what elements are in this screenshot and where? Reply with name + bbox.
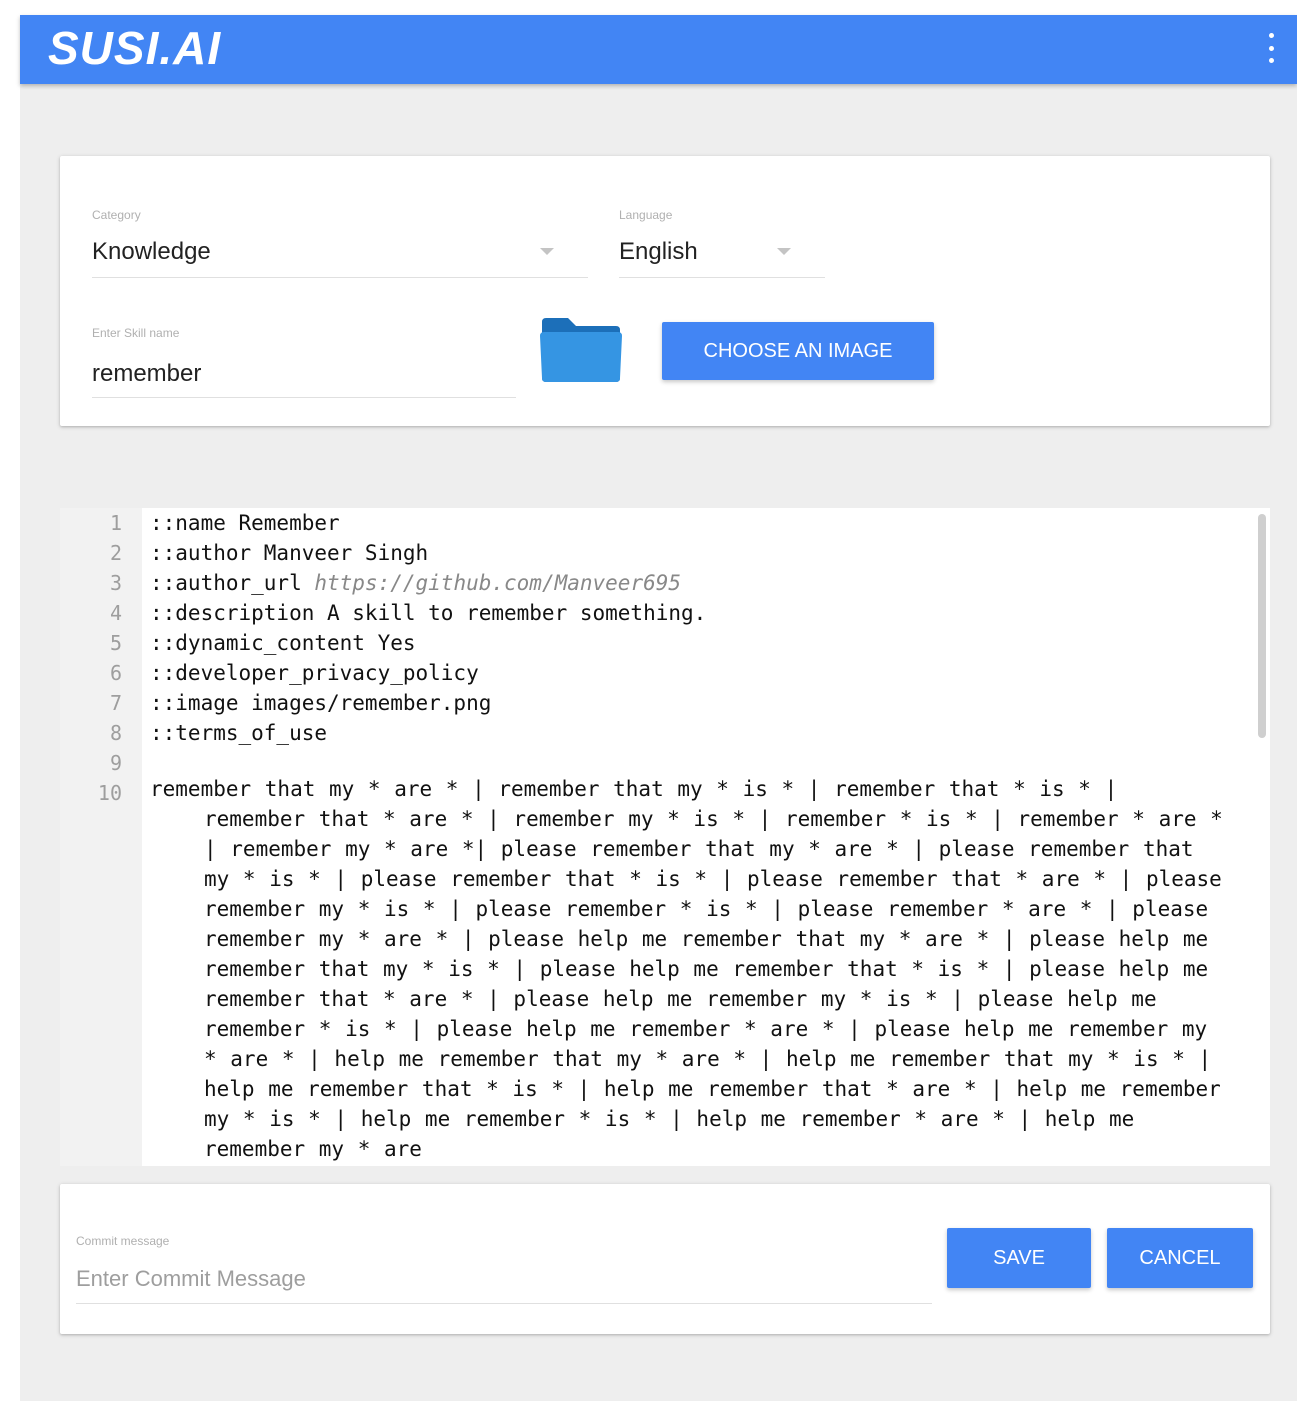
language-label: Language xyxy=(619,208,673,222)
choose-image-button[interactable]: CHOOSE AN IMAGE xyxy=(662,322,934,380)
editor-scrollbar[interactable] xyxy=(1258,514,1266,738)
category-label: Category xyxy=(92,208,141,222)
more-vert-icon[interactable] xyxy=(1267,33,1275,63)
code-url[interactable]: https://github.com/Manveer695 xyxy=(314,571,681,595)
category-dropdown-icon xyxy=(540,248,554,255)
app-container: SUSI.AI Category Knowledge Language Engl… xyxy=(20,15,1297,1401)
folder-icon[interactable] xyxy=(540,314,622,384)
category-value: Knowledge xyxy=(92,238,211,265)
code-line: ::dynamic_content Yes xyxy=(150,631,416,655)
commit-message-input[interactable]: Enter Commit Message xyxy=(76,1254,932,1304)
category-select[interactable]: Knowledge xyxy=(92,228,588,278)
line-number: 8 xyxy=(109,721,122,745)
code-line: ::terms_of_use xyxy=(150,721,328,745)
line-number: 10 xyxy=(97,781,122,805)
code-line: ::description A skill to remember someth… xyxy=(150,601,707,625)
cancel-button[interactable]: CANCEL xyxy=(1107,1228,1253,1288)
code-keyword: ::author_url xyxy=(150,571,315,595)
kebab-dot xyxy=(1268,33,1274,38)
language-value: English xyxy=(619,238,698,265)
language-select[interactable]: English xyxy=(619,228,825,278)
skill-name-input[interactable]: remember xyxy=(92,346,516,398)
code-line-continuation: remember that * are * | remember my * is… xyxy=(204,807,1223,1161)
line-number: 1 xyxy=(109,511,122,535)
skill-name-value: remember xyxy=(92,360,202,387)
commit-message-label: Commit message xyxy=(76,1234,170,1248)
category-underline xyxy=(92,277,588,278)
kebab-dot xyxy=(1268,58,1274,63)
code-line: ::name Remember xyxy=(150,511,340,535)
code-line-wrapped: remember that my * are * | remember that… xyxy=(150,774,1230,1164)
language-underline xyxy=(619,277,825,278)
save-button[interactable]: SAVE xyxy=(947,1228,1091,1288)
commit-card: Commit message Enter Commit Message SAVE… xyxy=(60,1184,1270,1334)
skill-code-editor[interactable]: 1 2 3 4 5 6 7 8 9 10 ::name Remember ::a… xyxy=(60,508,1270,1166)
line-number: 2 xyxy=(109,541,122,565)
line-number: 7 xyxy=(109,691,122,715)
commit-message-placeholder: Enter Commit Message xyxy=(76,1266,306,1291)
susi-logo[interactable]: SUSI.AI xyxy=(48,23,221,73)
skill-name-underline xyxy=(92,397,516,398)
line-number: 4 xyxy=(109,601,122,625)
line-number: 5 xyxy=(109,631,122,655)
skill-settings-card: Category Knowledge Language English Ente… xyxy=(60,156,1270,426)
skill-name-label: Enter Skill name xyxy=(92,326,180,340)
line-number: 3 xyxy=(109,571,122,595)
code-line: ::author Manveer Singh xyxy=(150,541,429,565)
kebab-dot xyxy=(1268,45,1274,51)
app-bar: SUSI.AI xyxy=(20,15,1297,84)
line-number: 9 xyxy=(109,751,122,775)
code-line: ::image images/remember.png xyxy=(150,691,492,715)
language-dropdown-icon xyxy=(777,248,791,255)
line-number: 6 xyxy=(109,661,122,685)
commit-message-underline xyxy=(76,1303,932,1304)
code-line: ::author_url https://github.com/Manveer6… xyxy=(150,568,681,598)
code-line: ::developer_privacy_policy xyxy=(150,661,479,685)
code-line-start: remember that my * are * | remember that… xyxy=(150,777,1118,801)
